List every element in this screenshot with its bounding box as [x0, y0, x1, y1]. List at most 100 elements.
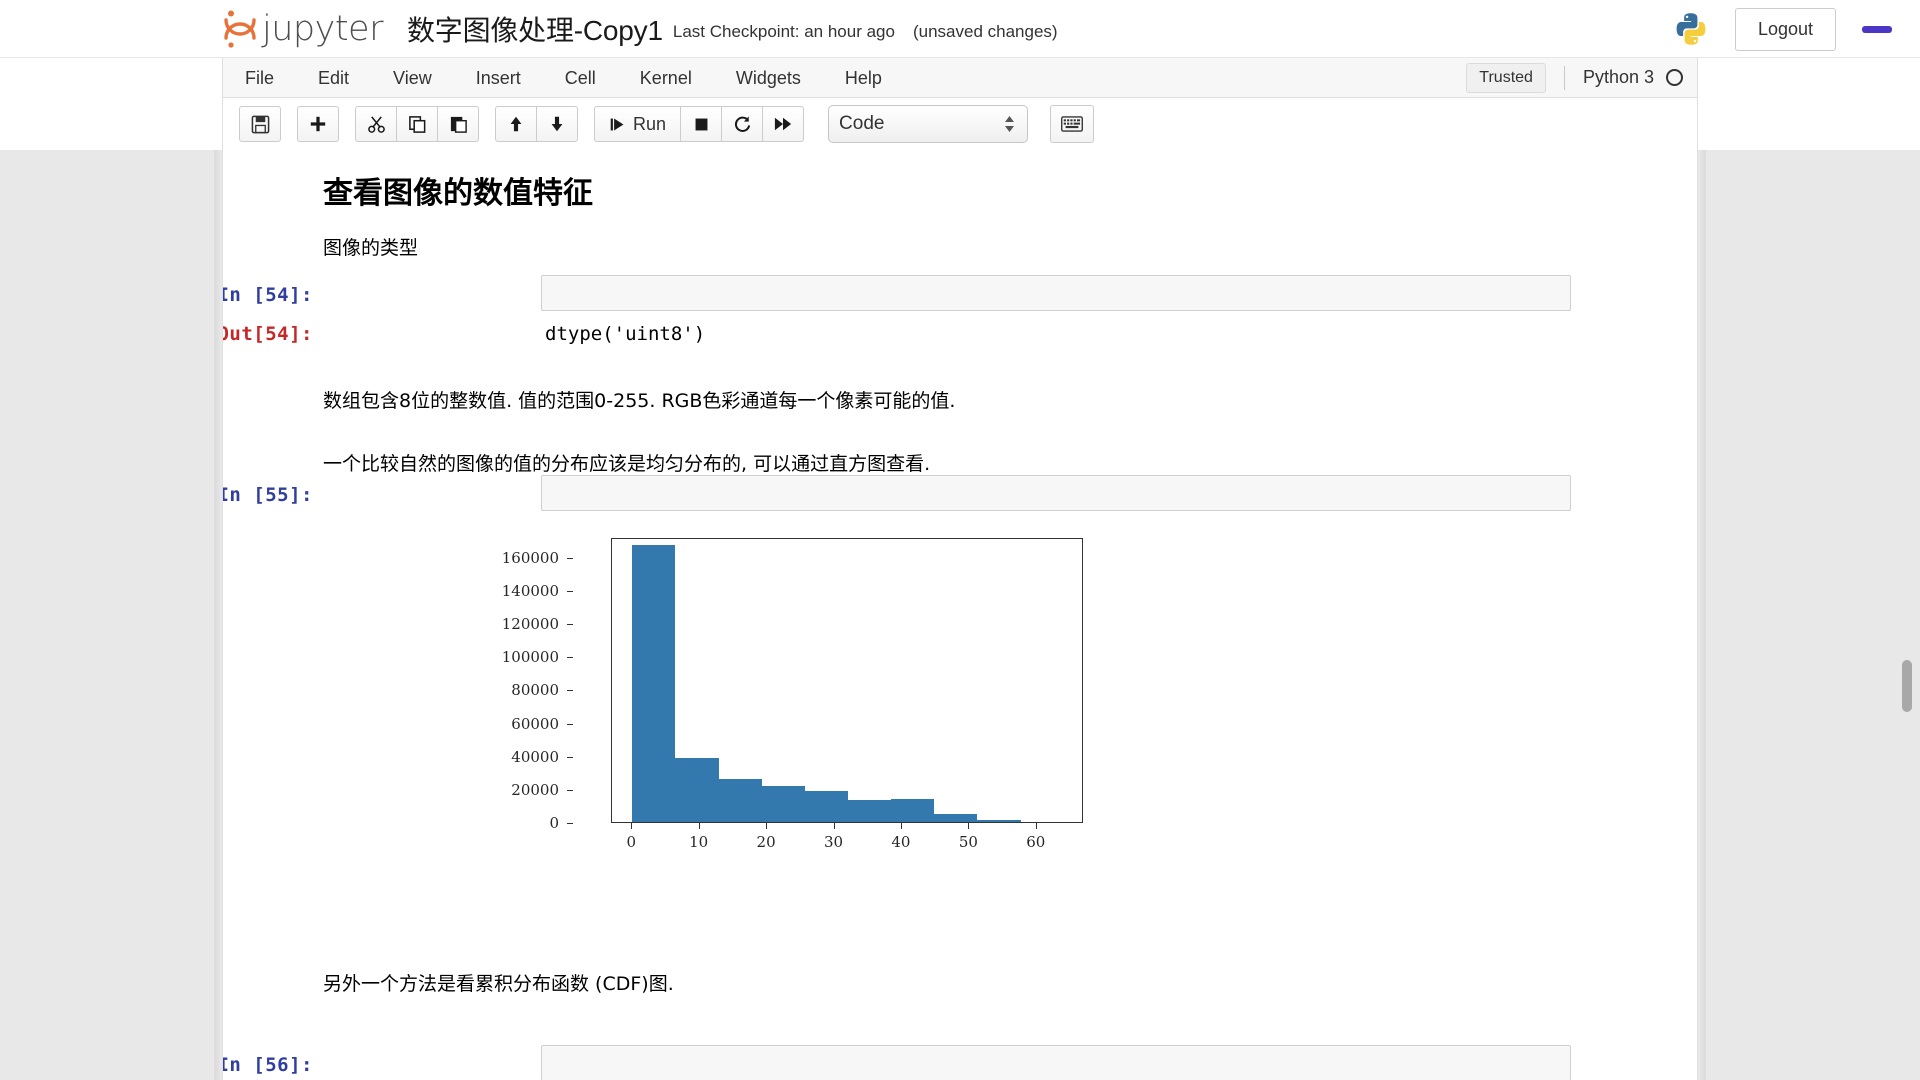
- scrollbar-thumb[interactable]: [1902, 660, 1912, 712]
- jupyter-logo-icon: [222, 9, 258, 49]
- code-editor-55[interactable]: [541, 475, 1571, 511]
- command-palette-button[interactable]: [1050, 105, 1095, 143]
- histogram-bar: [934, 814, 978, 822]
- x-tick-label: 20: [756, 833, 776, 851]
- y-axis-tick-labels: 0 20000 40000 60000 80000 100000 120000 140000 1…: [491, 538, 573, 832]
- copy-cell-button[interactable]: [396, 106, 438, 142]
- markdown-cdf-text: 另外一个方法是看累积分布函数 (CDF)图.: [323, 973, 674, 995]
- y-tick-mark: [567, 591, 573, 593]
- x-tick-mark: [900, 823, 902, 829]
- histogram-bar: [632, 545, 676, 822]
- divider: [1563, 65, 1565, 90]
- insert-cell-below-button[interactable]: [297, 106, 339, 142]
- y-tick-mark: [567, 789, 573, 791]
- restart-circular-arrow-icon: [734, 115, 750, 132]
- notebook-title[interactable]: 数字图像处理-Copy1: [407, 9, 663, 49]
- paste-cell-button[interactable]: [437, 106, 479, 142]
- notebook-header: jupyter 数字图像处理-Copy1 Last Checkpoint: an…: [0, 0, 1920, 58]
- y-tick-mark: [567, 723, 573, 725]
- histogram-bars: [612, 539, 1082, 822]
- histogram-bar: [848, 800, 892, 822]
- jupyter-logo[interactable]: jupyter: [222, 7, 383, 51]
- move-cell-down-button[interactable]: [536, 106, 578, 142]
- menu-item-cell[interactable]: Cell: [543, 59, 618, 97]
- markdown-cdf-cell[interactable]: 另外一个方法是看累积分布函数 (CDF)图.: [223, 970, 1697, 999]
- last-checkpoint-label: Last Checkpoint: an hour ago: [672, 22, 895, 41]
- menu-item-kernel[interactable]: Kernel: [618, 59, 714, 97]
- x-tick-label: 0: [626, 833, 636, 851]
- restart-and-run-all-button[interactable]: [762, 106, 805, 142]
- input-prompt-54: In [54]:: [222, 284, 313, 306]
- interrupt-kernel-button[interactable]: [680, 106, 723, 142]
- y-tick-mark: [567, 624, 573, 626]
- run-button-label: Run: [633, 113, 667, 134]
- toolbar: Run Code: [222, 98, 1698, 150]
- histogram-bar: [718, 778, 762, 822]
- kernel-idle-circle-icon: [1666, 69, 1683, 86]
- y-tick-label: 160000: [501, 548, 559, 567]
- y-tick-label: 60000: [511, 714, 559, 733]
- menu-item-insert[interactable]: Insert: [454, 59, 543, 97]
- unsaved-changes-label: (unsaved changes): [912, 22, 1058, 41]
- menu-bar: File Edit View Insert Cell Kernel Widget…: [222, 58, 1698, 98]
- y-tick-mark: [567, 756, 573, 758]
- y-tick-label: 120000: [501, 615, 559, 634]
- y-tick-mark: [567, 690, 573, 692]
- markdown-paragraph-1: 数组包含8位的整数值. 值的范围0-255. RGB色彩通道每一个像素可能的值.: [323, 390, 956, 412]
- output-text-54: dtype('uint8'): [545, 323, 706, 345]
- input-prompt-56: In [56]:: [222, 1054, 313, 1076]
- jupyter-wordmark: jupyter: [262, 8, 383, 49]
- menu-item-view[interactable]: View: [371, 59, 454, 97]
- y-tick-mark: [567, 557, 573, 559]
- markdown-explanation-cell[interactable]: 数组包含8位的整数值. 值的范围0-255. RGB色彩通道每一个像素可能的值.…: [223, 387, 1697, 480]
- histogram-bar: [977, 820, 1021, 822]
- menu-item-file[interactable]: File: [223, 59, 296, 97]
- page-shadow-left: [214, 150, 222, 1080]
- cell-type-select[interactable]: Code: [828, 105, 1029, 143]
- markdown-subtext: 图像的类型: [323, 237, 419, 259]
- chart-plot-frame: [611, 538, 1083, 823]
- cut-cell-button[interactable]: [355, 106, 397, 142]
- logout-button[interactable]: Logout: [1734, 7, 1836, 51]
- run-cell-button[interactable]: Run: [594, 106, 682, 142]
- save-button[interactable]: [239, 106, 281, 142]
- output-prompt-54: Out[54]:: [222, 323, 313, 345]
- menu-item-widgets[interactable]: Widgets: [714, 59, 823, 97]
- x-tick-label: 60: [1026, 833, 1046, 851]
- input-prompt-55: In [55]:: [222, 484, 313, 506]
- notebook-body-background: 查看图像的数值特征 图像的类型 In [54]: Out[54]: dtype(…: [0, 150, 1920, 1080]
- kernel-busy-dash-icon: [1862, 25, 1892, 33]
- chevron-updown-icon: [1004, 115, 1015, 133]
- keyboard-icon: [1061, 116, 1083, 132]
- python-logo-icon: [1673, 11, 1709, 47]
- trusted-badge[interactable]: Trusted: [1466, 62, 1546, 93]
- x-tick-mark: [698, 823, 700, 829]
- x-tick-mark: [833, 823, 835, 829]
- menu-item-edit[interactable]: Edit: [296, 59, 371, 97]
- fast-forward-icon: [774, 117, 792, 131]
- x-tick-mark: [631, 823, 633, 829]
- vertical-scrollbar[interactable]: [1900, 150, 1914, 1080]
- x-tick-label: 50: [958, 833, 978, 851]
- x-tick-label: 10: [689, 833, 709, 851]
- y-tick-label: 20000: [511, 780, 559, 799]
- y-tick-label: 100000: [501, 648, 559, 667]
- move-cell-up-button[interactable]: [495, 106, 537, 142]
- code-editor-56[interactable]: [541, 1045, 1571, 1080]
- x-tick-label: 30: [823, 833, 844, 851]
- run-play-icon: [610, 118, 624, 130]
- y-tick-label: 80000: [511, 681, 559, 700]
- menu-item-help[interactable]: Help: [823, 59, 904, 97]
- y-tick-label: 40000: [511, 747, 559, 766]
- histogram-bar: [804, 791, 848, 822]
- notebook-page: 查看图像的数值特征 图像的类型 In [54]: Out[54]: dtype(…: [222, 150, 1698, 1080]
- y-tick-label: 0: [549, 814, 559, 832]
- restart-kernel-button[interactable]: [721, 106, 764, 142]
- code-editor-54[interactable]: [541, 275, 1571, 311]
- histogram-bar: [761, 785, 805, 822]
- markdown-heading-cell[interactable]: 查看图像的数值特征 图像的类型: [223, 168, 1697, 263]
- histogram-bar: [675, 758, 719, 822]
- stop-square-icon: [695, 118, 707, 130]
- page-shadow-right: [1698, 150, 1706, 1080]
- x-axis-tick-labels: 0 10 20 30 40 50 60: [611, 823, 1083, 859]
